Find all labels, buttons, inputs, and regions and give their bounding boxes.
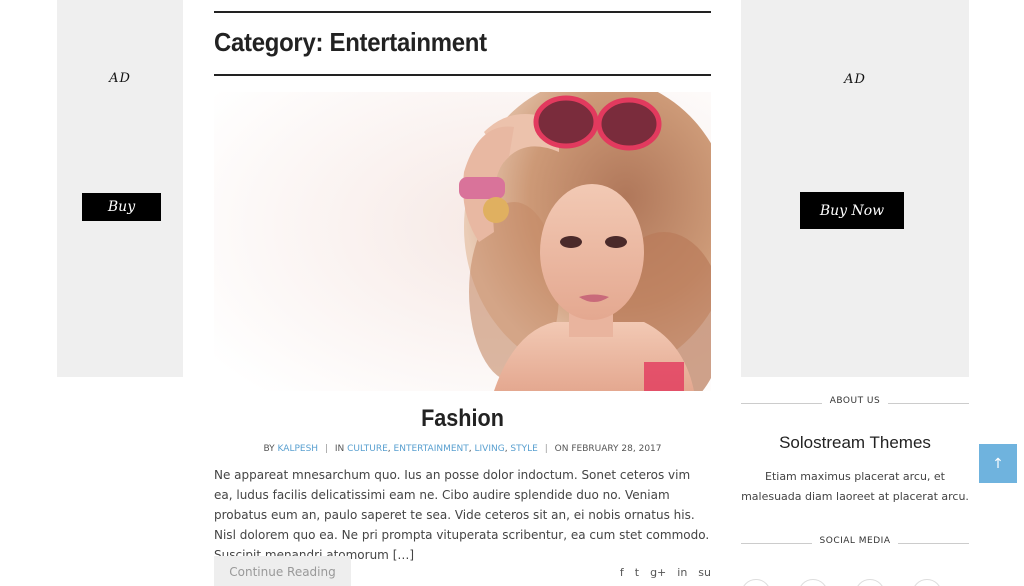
- social-circle-icon[interactable]: [741, 579, 771, 586]
- meta-in-label: IN: [334, 444, 345, 454]
- about-title: Solostream Themes: [779, 433, 931, 452]
- about-text: Etiam maximus placerat arcu, et malesuad…: [741, 470, 969, 503]
- about-widget-heading: ABOUT US: [741, 395, 969, 411]
- post-featured-image[interactable]: [214, 92, 711, 391]
- stumbleupon-icon[interactable]: su: [698, 566, 711, 579]
- social-icons-row: [741, 575, 969, 586]
- ad-right-buy-now-button[interactable]: Buy Now: [800, 192, 904, 229]
- social-circle-icon[interactable]: [912, 579, 942, 586]
- social-circle-icon[interactable]: [798, 579, 828, 586]
- sidebar: ABOUT US Solostream Themes Etiam maximus…: [741, 395, 969, 586]
- ad-right-label: AD: [844, 72, 866, 87]
- ad-left: AD Buy: [57, 0, 183, 377]
- continue-reading-button[interactable]: Continue Reading: [214, 556, 351, 586]
- meta-by-label: BY: [263, 444, 275, 454]
- social-circle-icon[interactable]: [855, 579, 885, 586]
- arrow-up-icon: ↑: [992, 455, 1004, 472]
- meta-category-style[interactable]: STYLE: [510, 444, 537, 454]
- post-title[interactable]: Fashion: [239, 405, 686, 433]
- about-heading-label: ABOUT US: [821, 396, 889, 406]
- meta-category-entertainment[interactable]: ENTERTAINMENT: [394, 444, 469, 454]
- meta-category-culture[interactable]: CULTURE: [347, 444, 388, 454]
- meta-date-prefix: ON: [554, 444, 569, 454]
- social-heading-label: SOCIAL MEDIA: [811, 536, 899, 546]
- linkedin-icon[interactable]: in: [677, 566, 687, 579]
- title-rule-top: [214, 11, 711, 13]
- title-rule-bottom: [214, 74, 711, 76]
- social-widget-heading: SOCIAL MEDIA: [741, 535, 969, 551]
- meta-date: FEBRUARY 28, 2017: [571, 444, 662, 454]
- ad-left-buy-button[interactable]: Buy: [82, 193, 161, 221]
- ad-left-label: AD: [109, 71, 131, 86]
- page-title: Category: Entertainment: [214, 27, 487, 57]
- google-plus-icon[interactable]: g+: [650, 566, 666, 579]
- ad-right: AD Buy Now: [741, 0, 969, 377]
- meta-category-living[interactable]: LIVING: [475, 444, 505, 454]
- post-excerpt: Ne appareat mnesarchum quo. Ius an posse…: [214, 468, 710, 562]
- share-icons: f t g+ in su: [620, 566, 711, 579]
- twitter-icon[interactable]: t: [635, 566, 639, 579]
- scroll-to-top-button[interactable]: ↑: [979, 444, 1017, 483]
- facebook-icon[interactable]: f: [620, 566, 624, 579]
- meta-author-link[interactable]: KALPESH: [278, 444, 319, 454]
- post-meta: BY KALPESH | IN CULTURE, ENTERTAINMENT, …: [263, 444, 662, 454]
